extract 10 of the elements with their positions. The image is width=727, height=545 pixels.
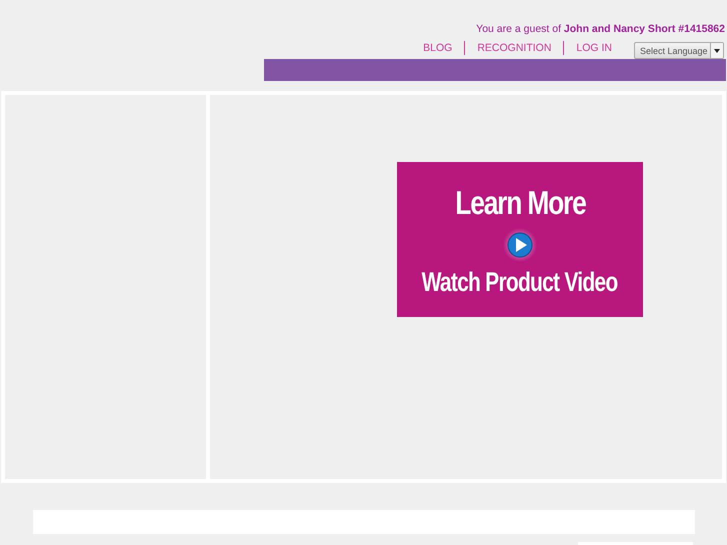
banner-caption: Watch Product Video (422, 266, 618, 298)
play-icon[interactable] (503, 228, 537, 262)
nav-link[interactable]: LOG IN (564, 41, 624, 55)
caret-icon (714, 48, 720, 52)
language-select[interactable]: Select Language (634, 42, 724, 59)
nav-link[interactable]: RECOGNITION (465, 41, 564, 55)
video-banner[interactable]: Learn More Watch Product Video (397, 162, 643, 317)
banner-headline: Learn More (454, 184, 586, 222)
nav-link[interactable]: BLOG (411, 41, 464, 55)
guest-notice: You are a guest of John and Nancy Short #1415862 (476, 23, 725, 35)
